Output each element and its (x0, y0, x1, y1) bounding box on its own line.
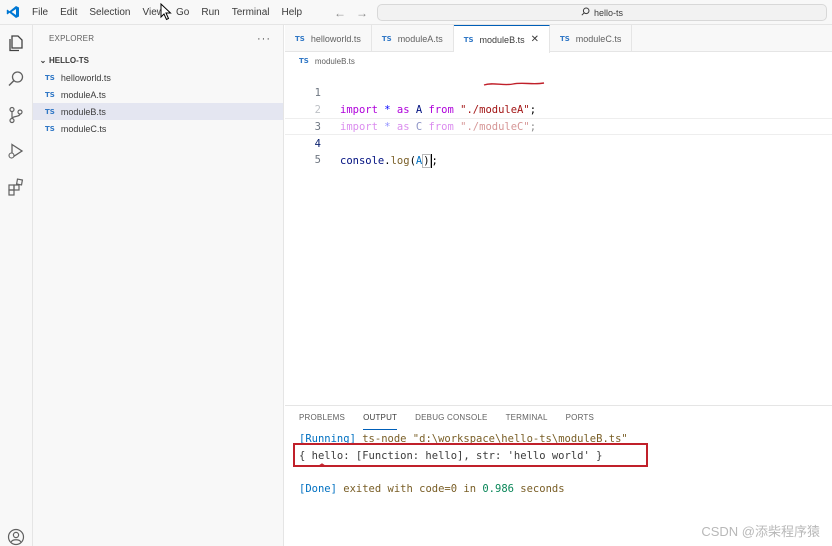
line-number: 5 (314, 154, 321, 166)
account-icon[interactable] (6, 527, 26, 546)
paren: ) (422, 154, 431, 168)
search-view-icon[interactable] (6, 69, 26, 89)
ts-file-icon: TS (559, 34, 570, 43)
done-tag: [Done] (299, 483, 337, 495)
folder-label: HELLO-TS (49, 56, 89, 65)
explorer-title: EXPLORER (49, 34, 95, 43)
ts-file-icon: TS (299, 57, 309, 65)
code-line-2: 2 import * as C from "./moduleC"; (285, 85, 832, 133)
ts-file-icon: TS (295, 34, 305, 43)
command-center-search[interactable]: hello-ts (377, 4, 827, 21)
code-text: console.log(A); (340, 153, 438, 170)
file-label: moduleB.ts (60, 106, 106, 117)
forward-arrow-icon[interactable]: → (356, 6, 368, 20)
ts-file-icon: TS (45, 124, 55, 133)
function-name: log (390, 155, 410, 167)
tab-debug-console[interactable]: DEBUG CONSOLE (415, 406, 487, 430)
back-arrow-icon[interactable]: ← (334, 6, 346, 20)
activity-bar (0, 25, 33, 546)
tab-helloworld[interactable]: TS helloworld.ts (285, 25, 372, 52)
punctuation: ; (431, 155, 438, 167)
search-icon (581, 7, 590, 18)
editor-tab-bar: TS helloworld.ts TS moduleA.ts TS module… (285, 25, 832, 53)
nav-arrows: ← → (334, 0, 368, 25)
done-text: in (457, 483, 483, 495)
code-line-5: 5 (285, 135, 832, 166)
identifier: console (340, 155, 385, 167)
tab-problems[interactable]: PROBLEMS (299, 406, 345, 430)
file-label: moduleC.ts (60, 123, 107, 134)
tab-label: moduleC.ts (575, 33, 622, 44)
file-label: moduleA.ts (60, 89, 106, 100)
code-line-4: 4 console.log(A); (285, 118, 832, 168)
code-editor[interactable]: 1 import * as A from "./moduleA"; 2 impo… (285, 68, 832, 398)
watermark: CSDN @添柴程序猿 (701, 524, 820, 539)
explorer-sidebar: EXPLORER ··· ⌄ HELLO-TS TS helloworld.ts… (33, 25, 284, 546)
tab-label: helloworld.ts (310, 33, 361, 44)
tab-moduleA[interactable]: TS moduleA.ts (372, 25, 454, 52)
folder-hello-ts[interactable]: ⌄ HELLO-TS (33, 52, 283, 69)
tab-moduleB[interactable]: TS moduleB.ts ✕ (453, 25, 550, 53)
tab-ports[interactable]: PORTS (566, 406, 594, 430)
file-item-moduleA[interactable]: TS moduleA.ts (33, 86, 283, 103)
tab-terminal[interactable]: TERMINAL (506, 406, 548, 430)
menu-file[interactable]: File (26, 0, 54, 25)
chevron-down-icon: ⌄ (39, 56, 47, 65)
ts-file-icon: TS (45, 107, 55, 116)
tab-output[interactable]: OUTPUT (363, 406, 398, 430)
tab-label: moduleA.ts (397, 33, 443, 44)
explorer-files-icon[interactable] (6, 33, 26, 53)
extensions-icon[interactable] (6, 177, 26, 197)
vscode-logo-icon (0, 0, 26, 25)
exit-code: code=0 (419, 483, 458, 495)
breadcrumb[interactable]: TS moduleB.ts (299, 54, 355, 68)
file-item-moduleB[interactable]: TS moduleB.ts (33, 103, 283, 120)
file-label: helloworld.ts (60, 72, 111, 83)
file-item-moduleC[interactable]: TS moduleC.ts (33, 120, 283, 137)
ts-file-icon: TS (45, 90, 55, 99)
code-line-3: 3 (285, 102, 832, 133)
tab-label: moduleB.ts (479, 34, 525, 45)
menu-go[interactable]: Go (170, 0, 195, 25)
mouse-pointer-icon (160, 2, 172, 24)
menu-terminal[interactable]: Terminal (226, 0, 276, 25)
red-highlight-box (293, 443, 648, 467)
ts-file-icon: TS (45, 73, 55, 82)
output-done-line: [Done] exited with code=0 in 0.986 secon… (299, 481, 565, 497)
run-debug-icon[interactable] (6, 141, 26, 161)
file-item-helloworld[interactable]: TS helloworld.ts (33, 69, 283, 86)
explorer-header: EXPLORER ··· (33, 25, 283, 52)
done-text: exited with (336, 483, 420, 495)
menu-help[interactable]: Help (276, 0, 309, 25)
menu-edit[interactable]: Edit (54, 0, 83, 25)
source-control-icon[interactable] (6, 105, 26, 125)
search-label: hello-ts (593, 7, 623, 18)
panel-tab-bar: PROBLEMS OUTPUT DEBUG CONSOLE TERMINAL P… (285, 406, 832, 430)
menu-selection[interactable]: Selection (83, 0, 136, 25)
breadcrumb-file[interactable]: moduleB.ts (315, 57, 355, 66)
tab-moduleC[interactable]: TS moduleC.ts (550, 25, 633, 52)
menu-run[interactable]: Run (195, 0, 225, 25)
ts-file-icon: TS (463, 35, 474, 44)
done-text: seconds (513, 483, 565, 495)
ts-file-icon: TS (381, 34, 392, 43)
more-actions-icon[interactable]: ··· (257, 33, 271, 45)
code-line-1: 1 import * as A from "./moduleA"; (285, 68, 832, 116)
title-bar: File Edit Selection View Go Run Terminal… (0, 0, 832, 25)
elapsed-time: 0.986 (482, 483, 514, 495)
close-icon[interactable]: ✕ (531, 34, 539, 45)
